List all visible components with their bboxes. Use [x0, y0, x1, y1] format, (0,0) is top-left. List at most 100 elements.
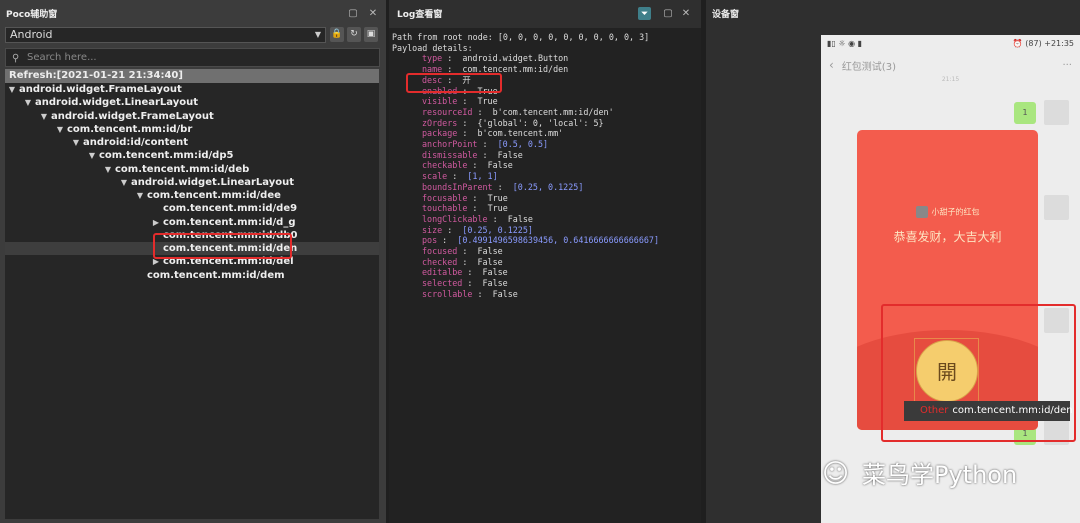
tree-node[interactable]: ▼ com.tencent.mm:id/dp5 [5, 149, 379, 162]
payload-row: editalbe : False [392, 267, 701, 278]
wechat-icon: ☺ [822, 459, 850, 489]
poco-title: Poco辅助窗 [6, 9, 58, 20]
log-header: Log查看窗 ⏷ ▢ ✕ [389, 0, 701, 26]
payload-row: touchable : True [392, 203, 701, 214]
separator: : [467, 160, 488, 171]
payload-row: boundsInParent : [0.25, 0.1225] [392, 182, 701, 193]
tree-node-label: android:id/content [83, 137, 189, 148]
phone-screen[interactable]: ▮▯ ☼ ◉ ▮ ⏰ (87) +21:35 ‹ 红包测试(3) ··· 21:… [821, 35, 1080, 523]
separator: : [437, 235, 458, 246]
device-select-value: Android [10, 28, 53, 41]
tree-node-label: android.widget.FrameLayout [19, 84, 182, 95]
payload-row: type : android.widget.Button [392, 53, 701, 64]
payload-value: False [507, 213, 533, 224]
payload-row: size : [0.25, 0.1225] [392, 225, 701, 236]
back-icon[interactable]: ‹ [829, 58, 834, 72]
device-title: 设备窗 [712, 10, 740, 20]
close-icon[interactable]: ✕ [366, 8, 380, 19]
chevron-down-icon[interactable]: ▼ [101, 163, 115, 176]
chevron-down-icon[interactable]: ▼ [117, 176, 131, 189]
payload-key: zOrders [422, 117, 458, 128]
refresh-timestamp[interactable]: Refresh:[2021-01-21 21:34:40] [5, 69, 379, 83]
chevron-down-icon[interactable]: ▼ [85, 149, 99, 162]
payload-row: pos : [0.4991496598639456, 0.64166666666… [392, 235, 701, 246]
refresh-icon[interactable]: ↻ [347, 27, 361, 42]
payload-key: visible [422, 96, 458, 107]
payload-value: True [487, 192, 508, 203]
tree-node-label: com.tencent.mm:id/d_g [163, 216, 296, 228]
status-left: ▮▯ ☼ ◉ ▮ [827, 39, 862, 48]
payload-key: longClickable [422, 213, 488, 224]
status-bar: ▮▯ ☼ ◉ ▮ ⏰ (87) +21:35 [821, 35, 1080, 52]
search-icon: ⚲ [12, 53, 20, 64]
separator: : [492, 181, 513, 192]
hierarchy-tree[interactable]: Refresh:[2021-01-21 21:34:40] ▼ android.w… [5, 69, 379, 519]
search-placeholder: Search here... [27, 52, 97, 63]
separator: : [442, 224, 463, 235]
separator: : [457, 256, 478, 267]
chevron-down-icon[interactable]: ▼ [37, 110, 51, 123]
tree-node[interactable]: com.tencent.mm:id/de9 [5, 202, 379, 215]
payload-value: [0.25, 0.1225] [512, 181, 584, 192]
screenshot-icon[interactable]: ▣ [364, 27, 378, 42]
green-bubble[interactable]: 1 [1014, 102, 1036, 124]
separator: : [472, 288, 493, 299]
tree-node[interactable]: ▼ com.tencent.mm:id/br [5, 123, 379, 136]
sender-avatar [915, 206, 928, 218]
tree-node-label: android.widget.LinearLayout [131, 176, 295, 188]
chevron-down-icon[interactable]: ▼ [133, 189, 147, 202]
separator: : [467, 192, 488, 203]
tree-node[interactable]: ▼ com.tencent.mm:id/deb [5, 163, 379, 176]
payload-key: dismissable [422, 149, 478, 160]
separator: : [472, 106, 493, 117]
tree-node[interactable]: ▼ com.tencent.mm:id/dee [5, 189, 379, 202]
tree-node[interactable]: ▼ android.widget.FrameLayout [5, 83, 379, 96]
payload-key: package [422, 128, 458, 139]
device-select[interactable]: Android ▼ [5, 27, 326, 43]
tree-node[interactable]: ▼ android.widget.LinearLayout [5, 176, 379, 189]
separator: : [462, 267, 483, 278]
payload-value: False [477, 256, 503, 267]
tree-node-label: com.tencent.mm:id/dp5 [99, 150, 234, 162]
avatar[interactable] [1044, 195, 1069, 220]
tree-node[interactable]: ▼ android.widget.LinearLayout [5, 96, 379, 109]
path-line: Path from root node: [0, 0, 0, 0, 0, 0, … [392, 32, 650, 42]
tree-node[interactable]: ▼ android:id/content [5, 136, 379, 149]
payload-value: [0.5, 0.5] [497, 139, 549, 150]
lock-icon[interactable]: 🔒 [330, 27, 344, 42]
search-input[interactable]: ⚲ Search here... [5, 48, 380, 67]
tree-node[interactable]: ▼ android.widget.FrameLayout [5, 110, 379, 123]
filter-icon[interactable]: ⏷ [638, 6, 651, 20]
sender-name: 小甜子的红包 [931, 207, 980, 217]
more-icon[interactable]: ··· [1062, 60, 1072, 71]
tree-node[interactable]: ▶ com.tencent.mm:id/d_g [5, 216, 379, 229]
payload-key: scale [422, 171, 448, 182]
payload-key: anchorPoint [422, 139, 478, 150]
payload-key: resourceId [422, 106, 473, 117]
tooltip-type: Other [920, 405, 949, 416]
chevron-down-icon[interactable]: ▼ [69, 136, 83, 149]
separator: : [457, 246, 478, 257]
tree-node-label: com.tencent.mm:id/de9 [163, 203, 298, 215]
payload-value: True [477, 96, 498, 107]
restore-icon[interactable]: ▢ [661, 8, 675, 19]
tooltip-name: com.tencent.mm:id/den [952, 405, 1073, 416]
log-content[interactable]: Path from root node: [0, 0, 0, 0, 0, 0, … [389, 28, 701, 523]
envelope-greeting: 恭喜发财，大吉大利 [893, 230, 1002, 244]
payload-value: android.widget.Button [462, 53, 569, 64]
separator: : [462, 278, 483, 289]
tree-node[interactable]: com.tencent.mm:id/dem [5, 269, 379, 282]
payload-key: selected [422, 278, 463, 289]
payload-row: longClickable : False [392, 214, 701, 225]
chevron-down-icon[interactable]: ▼ [53, 123, 67, 136]
restore-icon[interactable]: ▢ [346, 8, 360, 19]
separator: : [487, 213, 508, 224]
close-icon[interactable]: ✕ [679, 8, 693, 19]
watermark: ☺ 菜鸟学Python [822, 455, 1017, 493]
chevron-down-icon[interactable]: ▼ [5, 83, 19, 96]
payload-value: False [482, 278, 508, 289]
chevron-right-icon[interactable]: ▶ [149, 216, 163, 229]
separator: : [467, 203, 488, 214]
avatar[interactable] [1044, 100, 1069, 125]
chevron-down-icon[interactable]: ▼ [21, 96, 35, 109]
